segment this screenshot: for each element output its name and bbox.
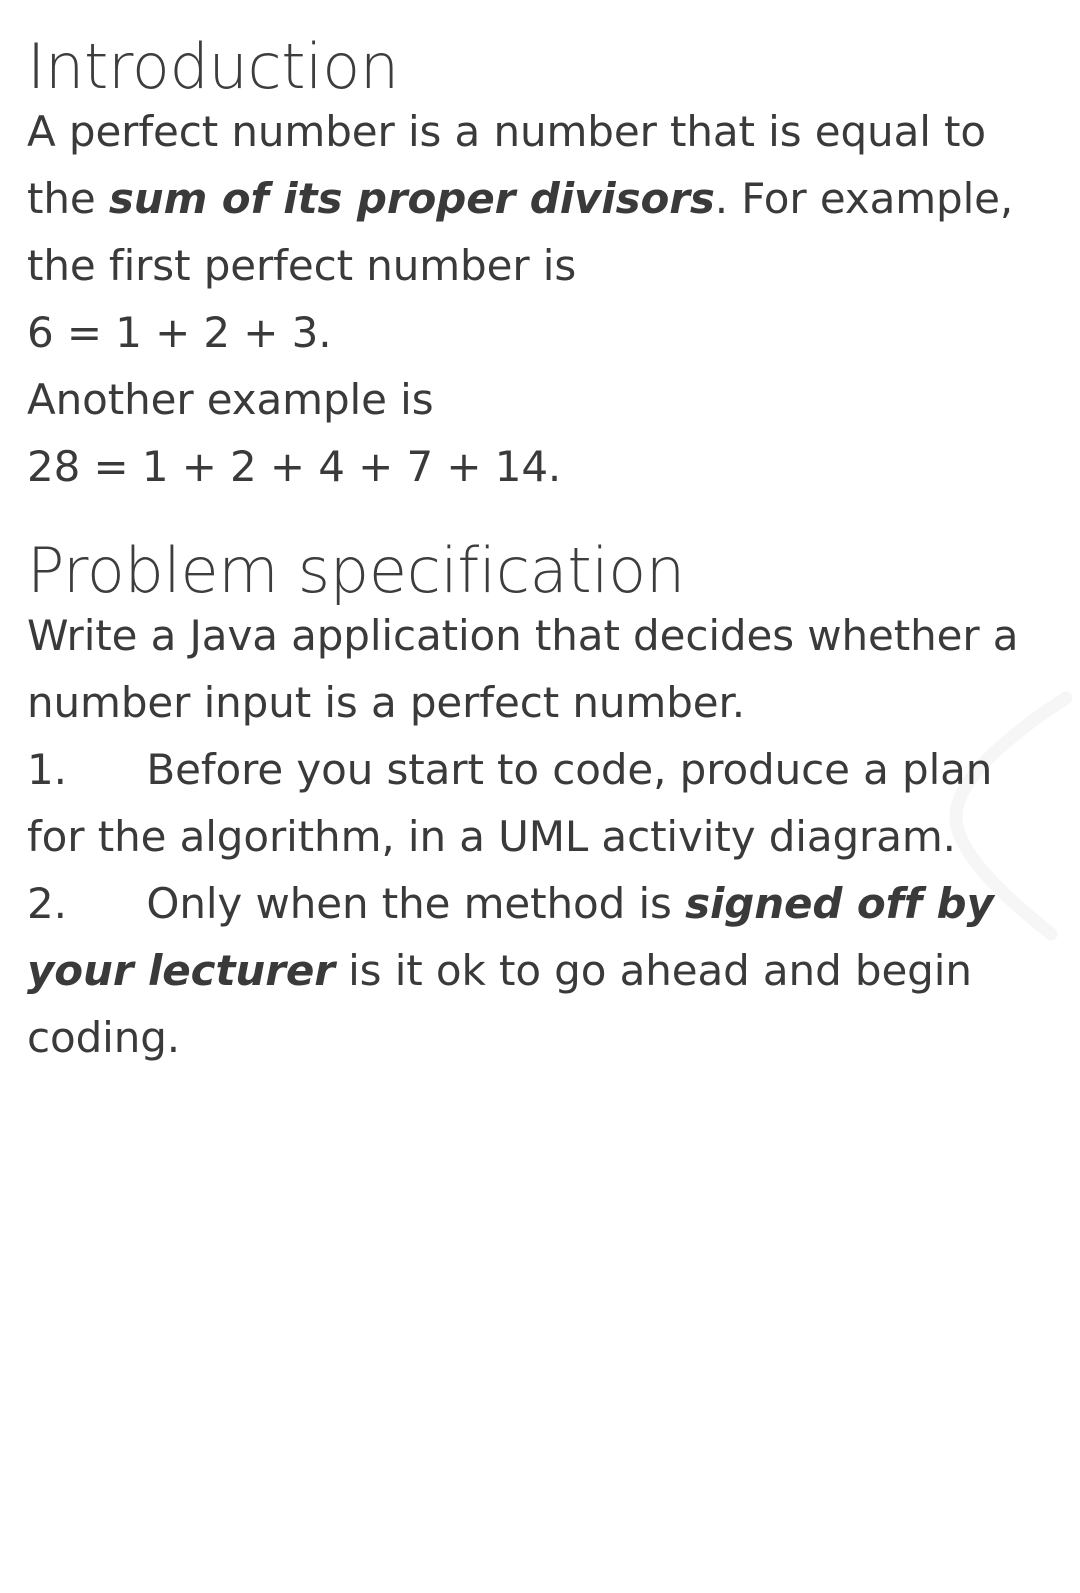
paragraph-another-example: Another example is — [27, 375, 434, 424]
document-content: Introduction A perfect number is a numbe… — [27, 0, 1054, 1071]
list-item-text-1: Before you start to code, produce a plan… — [27, 745, 993, 861]
list-item: 1. Before you start to code, produce a p… — [27, 736, 1054, 870]
list-item: 2. Only when the method is signed off by… — [27, 870, 1054, 1071]
emphasis-sum-of-proper-divisors: sum of its proper divisors — [108, 174, 715, 223]
section-heading-introduction: Introduction — [27, 30, 399, 103]
list-item-marker-1: 1. — [27, 745, 67, 794]
list-item-indent-2 — [67, 879, 147, 928]
section-heading-problem-specification: Problem specification — [27, 534, 685, 607]
list-item-marker-2: 2. — [27, 879, 67, 928]
list-item-text-2-before: Only when the method is — [146, 879, 686, 928]
equation-twenty-eight: 28 = 1 + 2 + 4 + 7 + 14. — [27, 442, 562, 491]
document-page: Introduction A perfect number is a numbe… — [0, 0, 1080, 1593]
list-item-indent-1 — [67, 745, 147, 794]
paragraph-perfect-number-definition: A perfect number is a number that is equ… — [27, 98, 1054, 299]
paragraph-task-description: Write a Java application that decides wh… — [27, 611, 1019, 727]
equation-six: 6 = 1 + 2 + 3. — [27, 308, 332, 357]
